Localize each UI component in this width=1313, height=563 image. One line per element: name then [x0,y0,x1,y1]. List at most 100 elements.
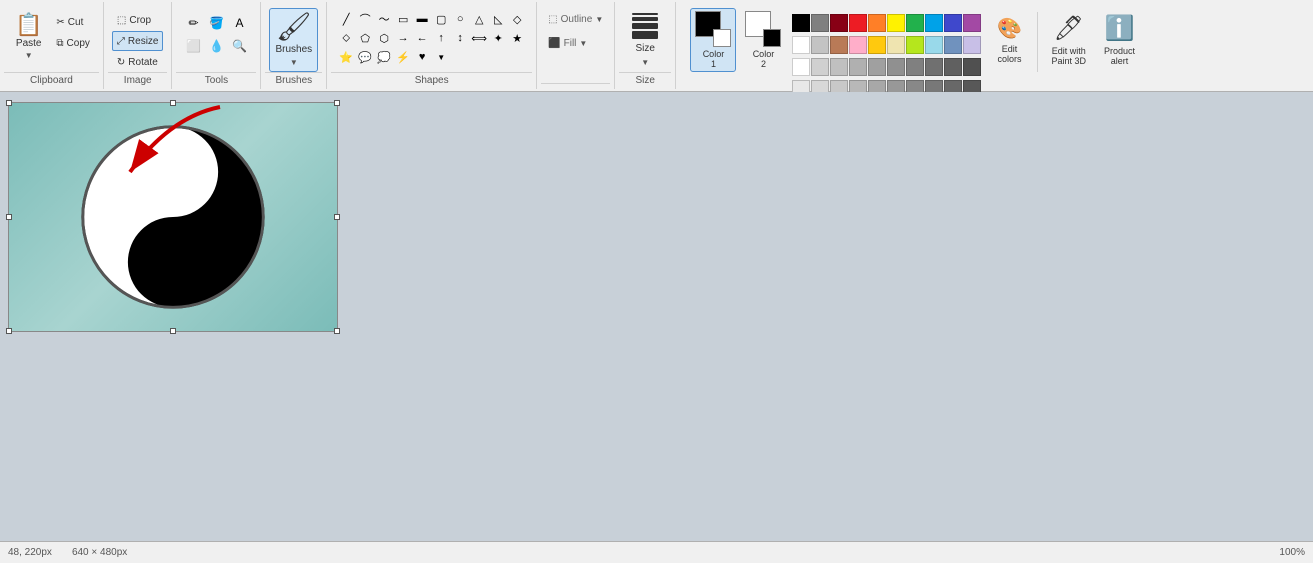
tools-label: Tools [176,72,256,87]
cut-button[interactable]: ✂ Cut [51,12,95,32]
shape-left-arrow[interactable]: ← [413,29,431,47]
paste-button[interactable]: 📋 Paste ▼ [8,8,49,66]
color-cell[interactable] [830,36,848,54]
color-cell[interactable] [963,58,981,76]
shape-rect[interactable]: ▭ [394,10,412,28]
copy-button[interactable]: ⧉ Copy [51,33,95,53]
sel-handle-tl[interactable] [6,100,12,106]
shape-down-arrow[interactable]: ⬦ [337,29,355,47]
color-cell[interactable] [811,36,829,54]
color-cell[interactable] [887,36,905,54]
sel-handle-tr[interactable] [334,100,340,106]
shape-up-arrow[interactable]: ↑ [432,29,450,47]
shape-ellipse[interactable]: ○ [451,10,469,28]
color-cell[interactable] [792,58,810,76]
magnify-tool[interactable]: 🔍 [228,35,250,57]
eraser-tool[interactable]: ⬜ [182,35,204,57]
color-cell[interactable] [811,14,829,32]
brushes-button[interactable]: 🖌 Brushes ▼ [269,8,318,72]
canvas-area[interactable] [0,92,1313,541]
color1-swatches [695,11,731,47]
shape-triangle[interactable]: △ [470,10,488,28]
color-cell[interactable] [849,36,867,54]
color-cell[interactable] [906,58,924,76]
fill-button[interactable]: ⬛ Fill ▼ [543,32,608,54]
pencil-tool[interactable]: ✏ [182,12,204,34]
color-cell[interactable] [830,58,848,76]
text-tool[interactable]: A [228,12,250,34]
color-cell[interactable] [925,58,943,76]
shape-star5[interactable]: ★ [508,29,526,47]
color-cell[interactable] [887,58,905,76]
shape-heart[interactable]: ♥ [413,48,431,66]
shape-more[interactable]: ▼ [432,48,450,66]
color-cell[interactable] [849,14,867,32]
shape-star4[interactable]: ✦ [489,29,507,47]
clipboard-label: Clipboard [4,72,99,87]
color-cell[interactable] [944,58,962,76]
color-palette-row1 [792,12,981,34]
color-cell[interactable] [849,58,867,76]
shape-curve[interactable]: ⌒ [356,10,374,28]
color-cell[interactable] [963,36,981,54]
edit-colors-button[interactable]: 🎨 Edit colors [987,8,1031,72]
color-cell[interactable] [963,14,981,32]
shape-pentagon[interactable]: ⬠ [356,29,374,47]
shape-4way-arrow[interactable]: ↕ [451,29,469,47]
color-cell[interactable] [868,36,886,54]
color1-button[interactable]: Color 1 [690,8,736,72]
color-cell[interactable] [925,14,943,32]
color2-swatches [745,11,781,47]
color-cell[interactable] [906,36,924,54]
edit-colors-label: Edit colors [997,44,1021,64]
shape-hexagon[interactable]: ⬡ [375,29,393,47]
color2-button[interactable]: Color 2 [740,8,786,72]
shape-4way2[interactable]: ⟺ [470,29,488,47]
paste-dropdown-arrow: ▼ [25,51,33,60]
color-cell[interactable] [887,14,905,32]
color-palette-row2 [792,34,981,56]
sel-handle-tm[interactable] [170,100,176,106]
edit-paint3d-button[interactable]: 🖊 Edit with Paint 3D [1044,8,1093,72]
sel-handle-bm[interactable] [170,328,176,334]
copy-label: Copy [67,38,90,49]
color-cell[interactable] [925,36,943,54]
rotate-button[interactable]: ↻ Rotate [112,52,164,72]
shape-line[interactable]: ╱ [337,10,355,28]
color-cell[interactable] [792,14,810,32]
color-cell[interactable] [906,14,924,32]
outline-button[interactable]: ⬚ Outline ▼ [543,8,608,30]
color-cell[interactable] [792,36,810,54]
color-cell[interactable] [868,58,886,76]
colors-content: Color 1 Color 2 🎨 Edit colors [686,4,1146,100]
product-alert-button[interactable]: ℹ️ Product alert [1097,8,1142,72]
sel-handle-br[interactable] [334,328,340,334]
sel-handle-mr[interactable] [334,214,340,220]
fill-tool[interactable]: 🪣 [205,12,227,34]
color-cell[interactable] [868,14,886,32]
resize-icon: ⤢ [117,36,125,47]
color-cell[interactable] [830,14,848,32]
sel-handle-ml[interactable] [6,214,12,220]
shape-rounded[interactable]: ⭐ [337,48,355,66]
shape-diamond[interactable]: ◇ [508,10,526,28]
status-size: 640 × 480px [72,547,127,558]
shape-right-arrow[interactable]: → [394,29,412,47]
shape-rect2[interactable]: ▬ [413,10,431,28]
color-cell[interactable] [944,14,962,32]
size-label: Size [636,43,655,54]
shape-right-tri[interactable]: ◺ [489,10,507,28]
select-button[interactable]: ⬚ Crop [112,10,164,30]
shape-freeform[interactable]: 〜 [375,10,393,28]
shape-balloon[interactable]: 💬 [356,48,374,66]
shape-lightning[interactable]: ⚡ [394,48,412,66]
shape-rounded-rect[interactable]: ▢ [432,10,450,28]
size-button[interactable]: Size ▼ [623,8,667,72]
resize-button[interactable]: ⤢ Resize [112,31,164,51]
sel-handle-bl[interactable] [6,328,12,334]
color-picker-tool[interactable]: 💧 [205,35,227,57]
color-cell[interactable] [944,36,962,54]
canvas-image[interactable] [8,102,338,332]
color-cell[interactable] [811,58,829,76]
shape-balloon2[interactable]: 💭 [375,48,393,66]
